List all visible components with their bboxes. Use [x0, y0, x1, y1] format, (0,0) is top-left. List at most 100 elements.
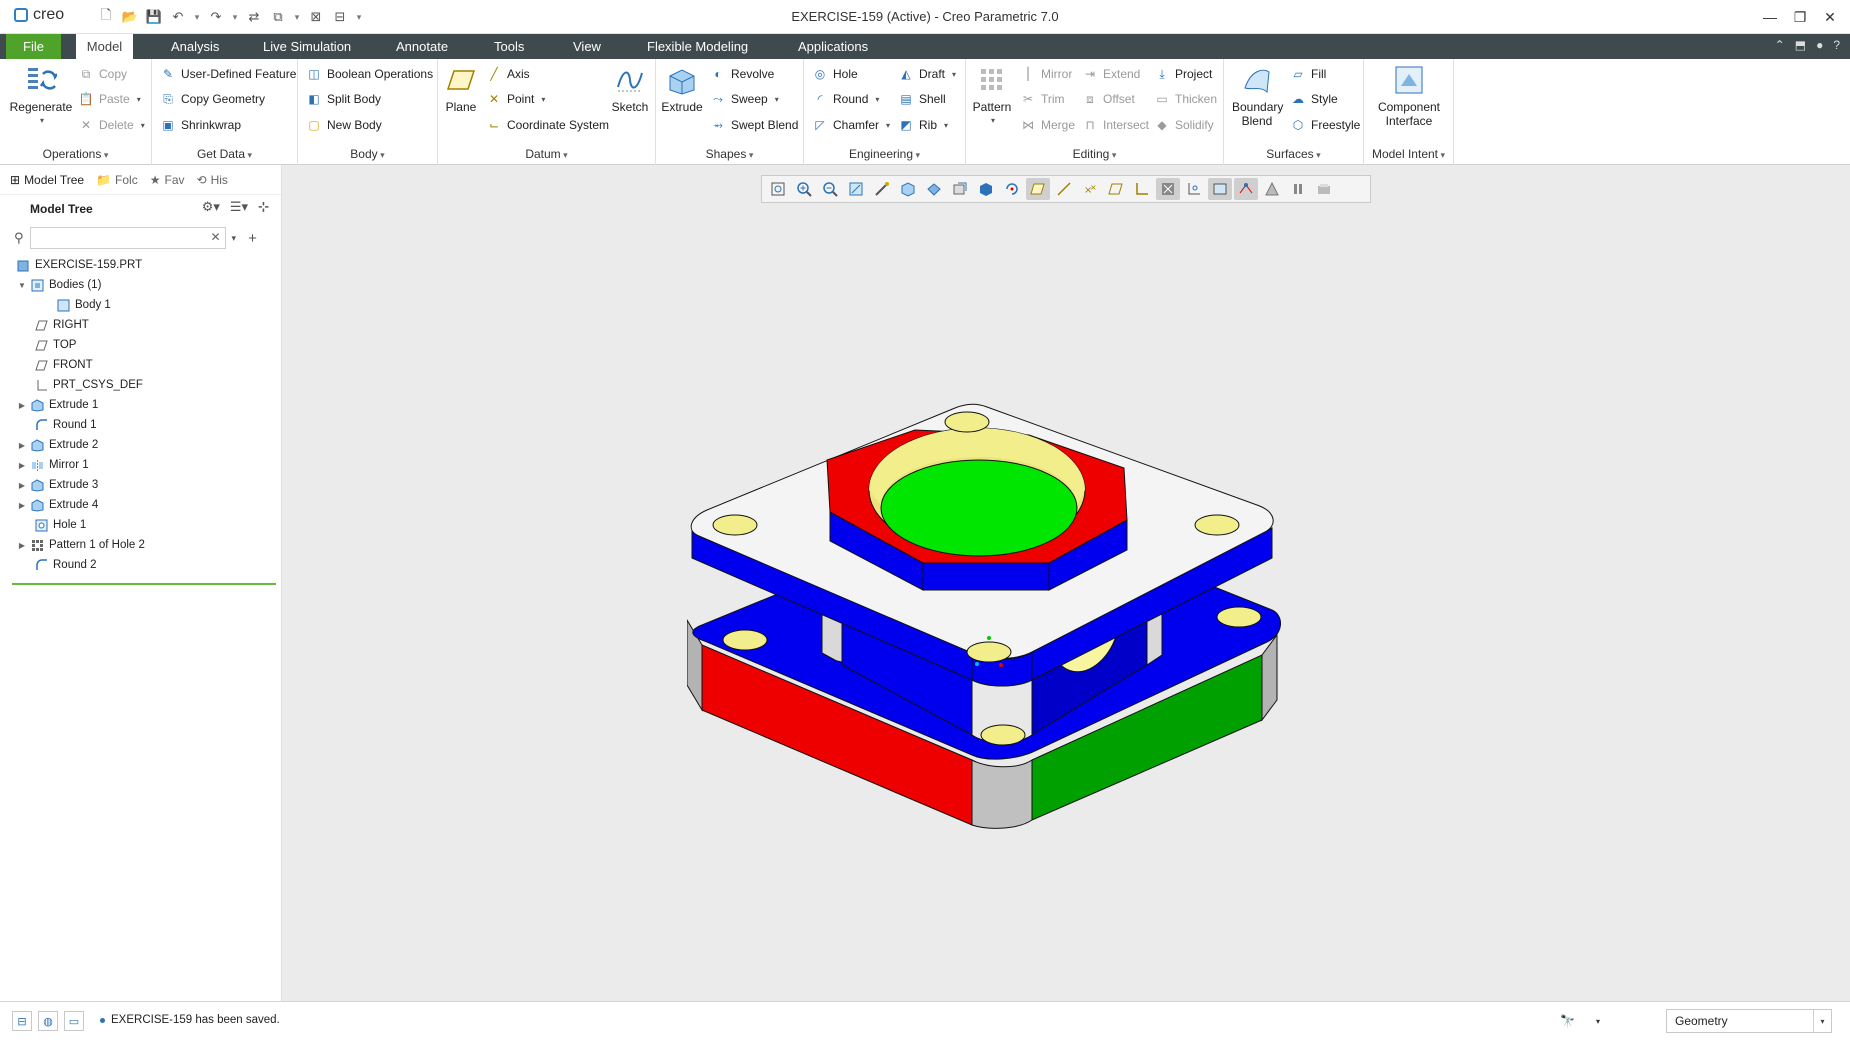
tab-flexible-modeling[interactable]: Flexible Modeling — [643, 34, 752, 59]
style-button[interactable]: ☁ Style — [1290, 91, 1338, 107]
draft-button[interactable]: ◭ Draft ▾ — [898, 66, 956, 82]
maximize-icon[interactable]: ❐ — [1788, 5, 1812, 29]
fill-button[interactable]: ▱ Fill — [1290, 66, 1326, 82]
repaint-icon[interactable] — [844, 178, 868, 200]
clear-search-icon[interactable]: ✕ — [210, 230, 220, 244]
close-icon[interactable]: ✕ — [1818, 5, 1842, 29]
tab-analysis[interactable]: Analysis — [167, 34, 223, 59]
plane-display-icon[interactable] — [1052, 178, 1076, 200]
toggle-navigator-icon[interactable]: ⊟ — [12, 1011, 32, 1031]
group-label-editing[interactable]: Editing — [966, 147, 1223, 161]
tree-item-mirror-1[interactable]: ▶ Mirror 1 — [0, 455, 281, 475]
sweep-button[interactable]: ⤳ Sweep ▾ — [710, 91, 779, 107]
windows-dropdown-icon[interactable]: ▾ — [292, 7, 302, 27]
copy-button[interactable]: ⧉ Copy — [78, 66, 127, 82]
display-style-icon[interactable] — [974, 178, 998, 200]
tree-item-right[interactable]: RIGHT — [0, 315, 281, 335]
rib-button[interactable]: ◩ Rib ▾ — [898, 117, 948, 133]
merge-button[interactable]: ⋈ Merge — [1020, 117, 1075, 133]
group-label-model-intent[interactable]: Model Intent — [1364, 147, 1453, 161]
tree-item-body-1[interactable]: Body 1 — [0, 295, 281, 315]
tab-history[interactable]: ⟲ His — [197, 173, 228, 187]
component-interface-button[interactable]: Component Interface — [1370, 63, 1448, 128]
tab-file[interactable]: File — [6, 34, 61, 59]
filter-icon[interactable]: ⚲ — [14, 230, 24, 246]
tree-item-round-2[interactable]: Round 2 — [0, 555, 281, 575]
tab-view[interactable]: View — [569, 34, 605, 59]
collapse-arrow-icon[interactable]: ▼ — [16, 281, 28, 290]
hole-button[interactable]: ◎ Hole — [812, 66, 858, 82]
shell-button[interactable]: ▤ Shell — [898, 91, 945, 107]
expand-arrow-icon[interactable]: ▶ — [16, 461, 28, 470]
tree-item-hole-1[interactable]: Hole 1 — [0, 515, 281, 535]
view-manager-icon[interactable] — [922, 178, 946, 200]
revolve-button[interactable]: ◐ Revolve — [710, 66, 774, 82]
search-dropdown-icon[interactable]: ▾ — [232, 233, 237, 244]
tab-model[interactable]: Model — [76, 34, 133, 59]
tree-item-csys[interactable]: PRT_CSYS_DEF — [0, 375, 281, 395]
expand-arrow-icon[interactable]: ▶ — [16, 501, 28, 510]
refit-icon[interactable] — [766, 178, 790, 200]
customize-dropdown-icon[interactable]: ▾ — [354, 7, 364, 27]
tree-item-part[interactable]: EXERCISE-159.PRT — [0, 255, 281, 275]
paste-button[interactable]: 📋 Paste ▾ — [78, 91, 141, 107]
offset-button[interactable]: ⧈ Offset — [1082, 91, 1135, 107]
thicken-button[interactable]: ▭ Thicken — [1154, 91, 1217, 107]
full-screen-icon[interactable]: ▭ — [64, 1011, 84, 1031]
pause-icon[interactable] — [1286, 178, 1310, 200]
rendering-icon[interactable] — [1312, 178, 1336, 200]
boolean-operations-button[interactable]: ◫ Boolean Operations — [306, 66, 433, 82]
windows-icon[interactable]: ⧉ — [268, 7, 288, 27]
delete-button[interactable]: ✕ Delete ▾ — [78, 117, 145, 133]
tab-live-simulation[interactable]: Live Simulation — [259, 34, 355, 59]
zoom-in-icon[interactable] — [792, 178, 816, 200]
trim-button[interactable]: ✂ Trim — [1020, 91, 1065, 107]
group-label-surfaces[interactable]: Surfaces — [1224, 147, 1363, 161]
tree-settings-icon[interactable]: ⚙▾ — [202, 199, 220, 215]
round-button[interactable]: ◜ Round ▾ — [812, 91, 880, 107]
group-label-body[interactable]: Body — [298, 147, 437, 161]
zoom-out-icon[interactable] — [818, 178, 842, 200]
point-display-icon[interactable] — [1104, 178, 1128, 200]
regenerate-quick-icon[interactable]: ⇄ — [244, 7, 264, 27]
expand-arrow-icon[interactable]: ▶ — [16, 541, 28, 550]
part-model[interactable] — [687, 280, 1307, 840]
spin-center-display-icon[interactable] — [1182, 178, 1206, 200]
extrude-button[interactable]: Extrude — [660, 63, 704, 114]
save-icon[interactable]: 💾 — [144, 7, 164, 27]
tree-columns-icon[interactable]: ☰▾ — [230, 199, 248, 215]
tree-item-pattern-1[interactable]: ▶ Pattern 1 of Hole 2 — [0, 535, 281, 555]
spin-center-icon[interactable] — [1000, 178, 1024, 200]
mirror-button[interactable]: ⎮ Mirror — [1020, 66, 1072, 82]
datum-display-filters-icon[interactable] — [1026, 178, 1050, 200]
freestyle-button[interactable]: ⬡ Freestyle — [1290, 117, 1361, 133]
sketch-display-icon[interactable] — [1234, 178, 1258, 200]
tab-favorites[interactable]: ★ Fav — [150, 173, 185, 187]
expand-arrow-icon[interactable]: ▶ — [16, 441, 28, 450]
undo-dropdown-icon[interactable]: ▾ — [192, 7, 202, 27]
tab-folder-browser[interactable]: 📁 Folc — [96, 173, 138, 187]
csys-display-icon[interactable] — [1130, 178, 1154, 200]
coordinate-system-button[interactable]: ⌙ Coordinate System — [486, 117, 609, 133]
chamfer-button[interactable]: ◸ Chamfer ▾ — [812, 117, 890, 133]
shrinkwrap-button[interactable]: ▣ Shrinkwrap — [160, 117, 241, 133]
expand-arrow-icon[interactable]: ▶ — [16, 481, 28, 490]
tree-filter-settings-icon[interactable]: ⊹ — [258, 199, 269, 215]
tab-tools[interactable]: Tools — [490, 34, 528, 59]
group-label-get-data[interactable]: Get Data — [152, 147, 297, 161]
selection-filter-dropdown[interactable]: Geometry ▾ — [1666, 1009, 1832, 1033]
sketch-button[interactable]: Sketch — [610, 63, 650, 114]
group-label-engineering[interactable]: Engineering — [804, 147, 965, 161]
perspective-view-icon[interactable] — [870, 178, 894, 200]
tree-item-extrude-4[interactable]: ▶ Extrude 4 — [0, 495, 281, 515]
find-button[interactable]: 🔭 ▾ — [1560, 1010, 1600, 1032]
toggle-browser-icon[interactable]: ◍ — [38, 1011, 58, 1031]
tree-item-extrude-1[interactable]: ▶ Extrude 1 — [0, 395, 281, 415]
intersect-button[interactable]: ⊓ Intersect — [1082, 117, 1149, 133]
tree-item-extrude-3[interactable]: ▶ Extrude 3 — [0, 475, 281, 495]
section-icon[interactable] — [948, 178, 972, 200]
collapse-ribbon-icon[interactable]: ⌃ — [1775, 38, 1785, 52]
tree-search-input[interactable] — [29, 227, 226, 249]
open-file-icon[interactable]: 📂 — [120, 7, 140, 27]
group-label-operations[interactable]: Operations — [0, 147, 151, 161]
